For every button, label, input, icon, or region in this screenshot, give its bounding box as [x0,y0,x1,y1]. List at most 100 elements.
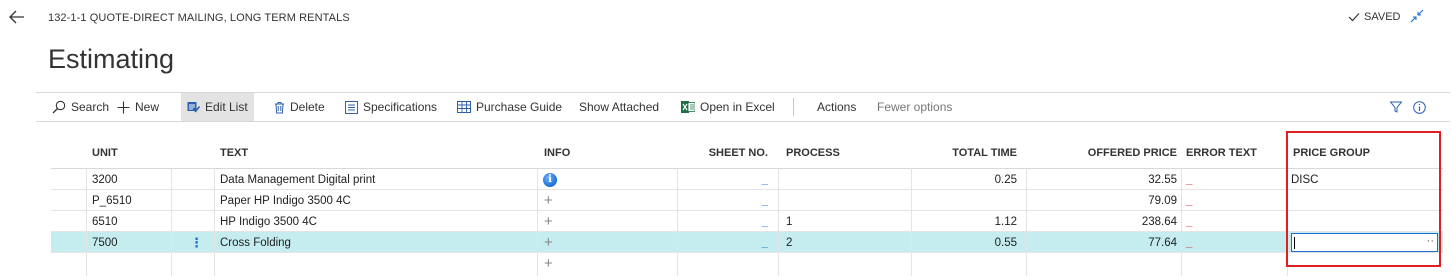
column-header-total-time[interactable]: TOTAL TIME [931,139,1017,167]
show-attached-button[interactable]: Show Attached [579,93,659,121]
specifications-button[interactable]: Specifications [345,93,437,121]
fewer-options-button[interactable]: Fewer options [877,93,952,121]
error-text-cell[interactable]: _ [1186,211,1192,232]
column-header-unit[interactable]: UNIT [92,139,118,167]
search-button[interactable]: Search [52,93,109,121]
back-button[interactable] [6,6,28,28]
top-bar: 132-1-1 QUOTE-DIRECT MAILING, LONG TERM … [0,0,1451,36]
info-cell[interactable]: + [544,253,553,274]
search-label: Search [71,100,110,114]
column-divider [911,168,912,276]
arrow-left-icon [9,10,24,24]
plus-icon: + [544,255,553,272]
more-vertical-icon: ⋮ [190,234,203,250]
row-menu-button[interactable]: ⋮ [190,232,203,253]
process-cell[interactable]: 2 [786,232,792,253]
filter-button[interactable] [1390,93,1402,121]
lookup-ellipsis-icon[interactable]: ·· [1427,235,1434,247]
error-text-cell[interactable]: _ [1186,232,1192,253]
column-header-price-group[interactable]: PRICE GROUP [1293,139,1370,167]
info-circle-icon: i [543,172,557,187]
sheet-no-cell[interactable]: _ [678,232,768,253]
checkmark-icon [1348,13,1360,22]
price-group-cell[interactable]: DISC [1291,169,1318,190]
record-title: 132-1-1 QUOTE-DIRECT MAILING, LONG TERM … [48,12,350,24]
price-group-input[interactable]: ·· [1291,233,1438,252]
offered-price-cell[interactable]: 238.64 [1071,211,1177,232]
column-divider [1026,168,1027,276]
info-cell[interactable]: + [544,232,553,253]
edit-list-label: Edit List [205,100,248,114]
text-cell[interactable]: Data Management Digital print [220,169,375,190]
info-cell[interactable]: + [544,211,553,232]
column-header-info[interactable]: INFO [544,139,570,167]
total-time-cell[interactable]: 0.25 [931,169,1017,190]
filter-icon [1390,101,1402,113]
action-bar-divider [793,98,794,116]
table-row-new[interactable]: + [51,253,1443,274]
purchase-guide-label: Purchase Guide [476,100,563,114]
info-cell[interactable]: + [544,190,553,211]
sheet-no-cell[interactable]: _ [678,190,768,211]
column-divider [214,168,215,276]
purchase-guide-button[interactable]: Purchase Guide [457,93,562,121]
column-divider [1181,168,1182,276]
error-text-cell[interactable]: _ [1186,190,1192,211]
plus-icon: + [544,234,553,251]
text-cell[interactable]: Cross Folding [220,232,291,253]
text-caret [1294,236,1295,249]
page-title: Estimating [48,44,175,74]
text-cell[interactable]: HP Indigo 3500 4C [220,211,317,232]
edit-list-icon [187,102,200,113]
unit-cell[interactable]: 7500 [92,232,118,253]
table-row[interactable]: 6510 HP Indigo 3500 4C + _ 1 1.12 238.64… [51,211,1443,232]
actions-menu[interactable]: Actions [817,93,856,121]
excel-icon [681,101,695,113]
column-header-offered-price[interactable]: OFFERED PRICE [1071,139,1177,167]
new-label: New [135,100,160,114]
offered-price-cell[interactable]: 77.64 [1071,232,1177,253]
text-cell[interactable]: Paper HP Indigo 3500 4C [220,190,351,211]
specifications-label: Specifications [363,100,438,114]
process-cell[interactable]: 1 [786,211,792,232]
search-icon [52,100,66,114]
table-row[interactable]: P_6510 Paper HP Indigo 3500 4C + _ 79.09… [51,190,1443,211]
error-text-cell[interactable]: _ [1186,169,1192,190]
open-in-excel-button[interactable]: Open in Excel [681,93,775,121]
delete-button[interactable]: Delete [274,93,325,121]
info-cell[interactable]: i [543,169,557,190]
column-header-process[interactable]: PROCESS [786,139,840,167]
total-time-cell[interactable]: 0.55 [931,232,1017,253]
column-divider [86,168,87,276]
column-divider [1287,168,1288,276]
offered-price-cell[interactable]: 79.09 [1071,190,1177,211]
trash-icon [275,101,284,113]
delete-label: Delete [290,100,325,114]
info-icon [1413,100,1426,114]
edit-list-button[interactable]: Edit List [181,93,254,121]
table-row-selected[interactable]: 7500 ⋮ Cross Folding + _ 2 0.55 77.64 _ … [51,232,1443,253]
collapse-arrows-icon [1410,9,1424,23]
sheet-no-cell[interactable]: _ [678,169,768,190]
unit-cell[interactable]: P_6510 [92,190,132,211]
new-button[interactable]: New [117,93,159,121]
actions-label: Actions [817,100,857,114]
table-row[interactable]: 3200 Data Management Digital print i _ 0… [51,169,1443,190]
column-divider [778,168,779,276]
specifications-icon [345,100,358,114]
table-icon [457,101,471,113]
plus-icon: + [544,213,553,230]
collapse-button[interactable] [1410,9,1430,27]
total-time-cell[interactable] [931,190,1017,211]
unit-cell[interactable]: 3200 [92,169,118,190]
column-header-text[interactable]: TEXT [220,139,248,167]
offered-price-cell[interactable]: 32.55 [1071,169,1177,190]
column-header-error-text[interactable]: ERROR TEXT [1186,139,1257,167]
plus-icon [117,101,130,113]
info-pane-button[interactable] [1413,93,1426,121]
total-time-cell[interactable]: 1.12 [931,211,1017,232]
column-header-sheet-no[interactable]: SHEET NO. [678,139,768,167]
sheet-no-cell[interactable]: _ [678,211,768,232]
unit-cell[interactable]: 6510 [92,211,118,232]
fewer-options-label: Fewer options [877,100,953,114]
